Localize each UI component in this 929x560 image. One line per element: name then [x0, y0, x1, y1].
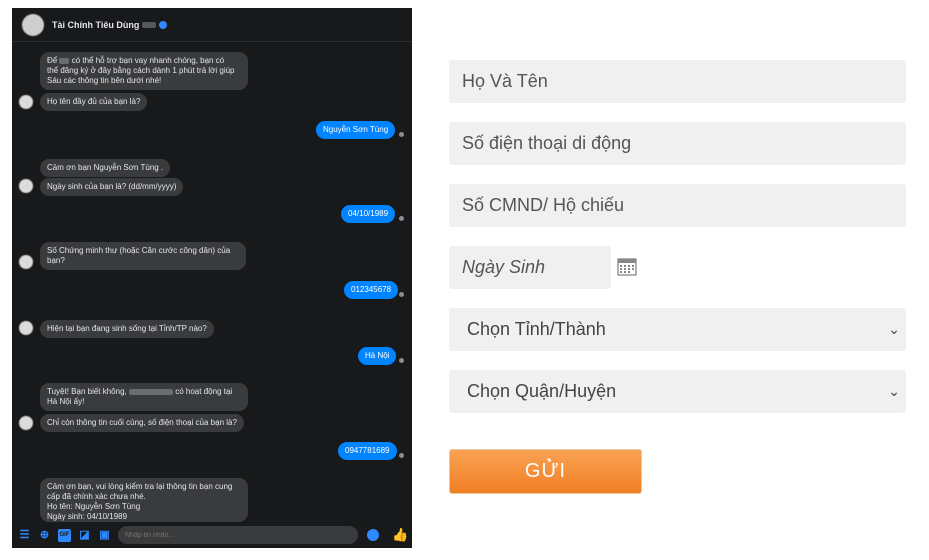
province-select[interactable]: Chọn Tỉnh/Thành ⌄	[449, 308, 906, 351]
select-value: Chọn Tỉnh/Thành	[467, 319, 606, 339]
emoji-icon[interactable]	[367, 529, 379, 541]
seen-indicator	[399, 292, 404, 297]
bot-avatar	[19, 255, 33, 269]
message-text: thể đăng ký ở đây bằng cách dành 1 phút …	[47, 66, 235, 75]
message-text: Sáu các thông tin bên dưới nhé!	[47, 76, 162, 85]
message-text: 0947781689	[345, 446, 390, 455]
message-text: có hoạt động tại	[175, 387, 233, 396]
bot-message: Cảm ơn bạn Nguyễn Sơn Tùng .	[40, 159, 171, 177]
seen-indicator	[399, 453, 404, 458]
message-text: 012345678	[351, 285, 392, 294]
message-text: Tuyệt! Bạn biết không,	[47, 387, 127, 396]
message-text: Họ tên đầy đủ của bạn là?	[47, 97, 141, 106]
field-placeholder: Số CMND/ Hộ chiếu	[462, 195, 625, 215]
district-select[interactable]: Chọn Quận/Huyện ⌄	[449, 370, 906, 413]
image-icon[interactable]: ▣	[98, 529, 111, 542]
id-number-field[interactable]: Số CMND/ Hộ chiếu	[449, 184, 906, 227]
user-message: 012345678	[344, 281, 399, 299]
message-text: cấp đã chính xác chưa nhé.	[47, 492, 146, 501]
bot-avatar	[19, 416, 33, 430]
chevron-down-icon: ⌄	[888, 383, 900, 399]
gif-icon[interactable]: GIF	[58, 528, 71, 542]
bot-message: Số Chứng minh thư (hoặc Căn cước công dâ…	[40, 242, 246, 270]
message-text: Hà Nội ấy!	[47, 397, 85, 406]
phone-field[interactable]: Số điện thoại di động	[449, 122, 906, 165]
message-text: bạn?	[47, 256, 65, 265]
field-placeholder: Ngày Sinh	[462, 257, 546, 277]
blurred-text	[129, 388, 173, 395]
verified-badge-icon	[159, 20, 168, 29]
chat-title[interactable]: Tài Chính Tiêu Dùng	[52, 20, 139, 30]
field-placeholder: Số điện thoại di động	[462, 133, 632, 153]
add-icon[interactable]: ⊕	[38, 529, 51, 542]
message-text: Nguyễn Sơn Tùng	[323, 125, 389, 134]
user-message: Nguyễn Sơn Tùng	[316, 121, 396, 139]
message-text: Cảm ơn bạn, vui lòng kiểm tra lại thông …	[47, 482, 233, 491]
message-text: Hiện tại bạn đang sinh sống tại Tỉnh/TP …	[47, 324, 207, 333]
bot-message: Tuyệt! Bạn biết không, có hoạt động tại …	[40, 383, 248, 411]
menu-icon[interactable]: ☰	[18, 529, 31, 542]
bot-avatar	[19, 179, 33, 193]
bot-avatar	[19, 95, 33, 109]
bot-message: Cảm ơn bạn, vui lòng kiểm tra lại thông …	[40, 478, 248, 522]
message-text: Họ tên: Nguyễn Sơn Tùng	[47, 502, 141, 511]
sticker-icon[interactable]: ◪	[78, 529, 91, 542]
message-text: Chỉ còn thông tin cuối cùng, số điện tho…	[47, 418, 237, 427]
message-text: 04/10/1989	[348, 209, 389, 218]
message-text: có thể hỗ trợ bạn vay nhanh chóng, bạn c…	[71, 56, 225, 65]
page-avatar[interactable]	[22, 13, 44, 36]
blurred-text	[59, 57, 70, 64]
bot-message: Để có thể hỗ trợ bạn vay nhanh chóng, bạ…	[40, 52, 248, 90]
seen-indicator	[399, 216, 404, 221]
bot-message: Ngày sinh của bạn là? (dd/mm/yyyy)	[40, 178, 184, 196]
message-input[interactable]	[118, 526, 358, 544]
user-message: 04/10/1989	[341, 205, 396, 223]
message-text: Hà Nội	[365, 351, 390, 360]
calendar-icon[interactable]	[617, 258, 637, 276]
message-text: Cảm ơn bạn Nguyễn Sơn Tùng .	[47, 163, 164, 172]
user-message: Hà Nội	[358, 347, 397, 365]
seen-indicator	[399, 358, 404, 363]
submit-button[interactable]: GỬI	[449, 449, 642, 494]
message-composer: ☰ ⊕ GIF ◪ ▣ 👍	[12, 522, 412, 548]
user-message: 0947781689	[338, 442, 397, 460]
messenger-chat-panel: Tài Chính Tiêu Dùng Để có thể hỗ trợ bạn…	[12, 8, 412, 548]
bot-message: Hiện tại bạn đang sinh sống tại Tỉnh/TP …	[40, 320, 214, 338]
message-list[interactable]: Để có thể hỗ trợ bạn vay nhanh chóng, bạ…	[12, 42, 412, 522]
like-thumb-icon[interactable]: 👍	[392, 527, 408, 543]
seen-indicator	[399, 132, 404, 137]
date-of-birth-field[interactable]: Ngày Sinh	[449, 246, 611, 289]
select-value: Chọn Quận/Huyện	[467, 381, 617, 401]
message-text: Để	[47, 56, 58, 65]
blurred-name-tag	[142, 21, 157, 28]
chat-header: Tài Chính Tiêu Dùng	[12, 8, 412, 42]
bot-message: Họ tên đầy đủ của bạn là?	[40, 93, 148, 111]
bot-message: Chỉ còn thông tin cuối cùng, số điện tho…	[40, 414, 244, 432]
bot-avatar	[19, 321, 33, 335]
message-text: Ngày sinh: 04/10/1989	[47, 512, 128, 521]
message-text: Ngày sinh của bạn là? (dd/mm/yyyy)	[47, 182, 177, 191]
full-name-field[interactable]: Họ Và Tên	[449, 60, 906, 103]
field-placeholder: Họ Và Tên	[462, 71, 548, 91]
chevron-down-icon: ⌄	[888, 321, 900, 337]
message-text: Số Chứng minh thư (hoặc Căn cước công dâ…	[47, 246, 231, 255]
